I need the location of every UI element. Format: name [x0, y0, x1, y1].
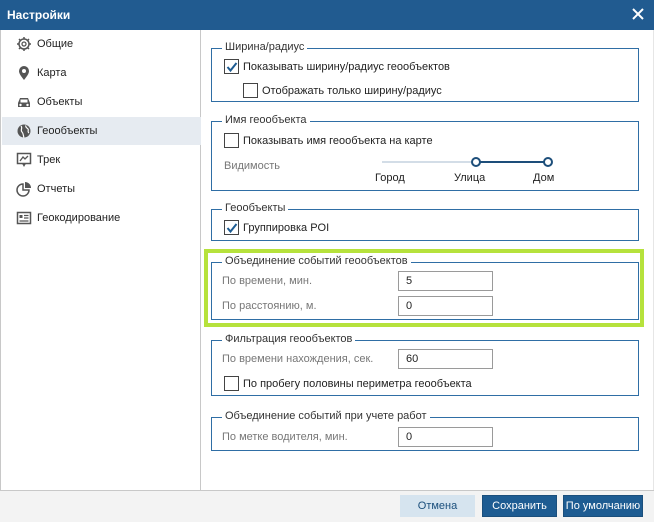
- perimeter-checkbox[interactable]: [224, 376, 239, 391]
- merge-events-group: Объединение событий геообъектов По време…: [211, 255, 639, 320]
- geo-name-group: Имя геообъекта Показывать имя геообъекта…: [211, 114, 639, 191]
- group-legend: Объединение событий при учете работ: [222, 410, 430, 422]
- map-pin-icon: [16, 65, 32, 81]
- track-icon: [16, 152, 32, 168]
- sidebar-item-label: Геокодирование: [37, 212, 121, 224]
- settings-sidebar: Общие Карта Объекты Геообъекты Трек Отче…: [0, 30, 201, 490]
- geoobjects-group: Геообъекты Группировка POI: [211, 202, 639, 241]
- stay-time-label: По времени нахождения, сек.: [222, 353, 374, 365]
- tick-label-city: Город: [375, 172, 405, 184]
- driver-mark-input[interactable]: [398, 427, 493, 447]
- close-icon[interactable]: [630, 5, 646, 23]
- pie-chart-icon: [16, 181, 32, 197]
- group-legend: Геообъекты: [222, 202, 289, 214]
- group-legend: Имя геообъекта: [222, 114, 310, 126]
- sidebar-item-general[interactable]: Общие: [2, 30, 201, 58]
- sidebar-item-label: Карта: [37, 67, 67, 79]
- group-legend: Фильтрация геообъектов: [222, 333, 356, 345]
- merge-work-group: Объединение событий при учете работ По м…: [211, 410, 639, 451]
- only-width-checkbox[interactable]: [243, 83, 258, 98]
- sidebar-item-track[interactable]: Трек: [2, 146, 201, 174]
- tick-label-house: Дом: [533, 172, 555, 184]
- merge-time-label: По времени, мин.: [222, 275, 313, 287]
- visibility-label: Видимость: [224, 160, 280, 172]
- car-icon: [16, 94, 32, 110]
- sidebar-item-label: Объекты: [37, 96, 83, 108]
- merge-distance-input[interactable]: [398, 296, 493, 316]
- slider-max-knob[interactable]: [543, 157, 553, 167]
- sidebar-item-label: Общие: [37, 38, 74, 50]
- group-legend: Ширина/радиус: [222, 41, 308, 53]
- group-legend: Объединение событий геообъектов: [222, 255, 411, 267]
- show-name-checkbox[interactable]: [224, 133, 239, 148]
- merge-time-input[interactable]: [398, 271, 493, 291]
- window-titlebar: Настройки: [0, 0, 654, 30]
- window-title: Настройки: [7, 8, 71, 22]
- filtering-group: Фильтрация геообъектов По времени нахожд…: [211, 333, 639, 396]
- sidebar-item-label: Трек: [37, 154, 61, 166]
- default-button[interactable]: По умолчанию: [563, 495, 643, 517]
- address-card-icon: [16, 210, 32, 226]
- sidebar-item-label: Отчеты: [37, 183, 76, 195]
- width-radius-group: Ширина/радиус Показывать ширину/радиус г…: [211, 41, 639, 102]
- sidebar-item-geocoding[interactable]: Геокодирование: [2, 204, 201, 232]
- poi-grouping-label: Группировка POI: [243, 222, 330, 234]
- sidebar-item-geoobjects[interactable]: Геообъекты: [2, 117, 201, 145]
- gear-icon: [16, 36, 32, 52]
- slider-track[interactable]: [382, 161, 477, 163]
- slider-min-knob[interactable]: [471, 157, 481, 167]
- slider-range: [477, 161, 549, 163]
- settings-content: Ширина/радиус Показывать ширину/радиус г…: [201, 30, 654, 490]
- show-width-label: Показывать ширину/радиус геообъектов: [243, 61, 450, 73]
- sidebar-item-reports[interactable]: Отчеты: [2, 175, 201, 203]
- sidebar-item-label: Геообъекты: [37, 125, 98, 137]
- driver-mark-label: По метке водителя, мин.: [222, 431, 348, 443]
- stay-time-input[interactable]: [398, 349, 493, 369]
- globe-icon: [16, 123, 32, 139]
- show-width-checkbox[interactable]: [224, 59, 239, 74]
- cancel-button[interactable]: Отмена: [400, 495, 475, 517]
- perimeter-label: По пробегу половины периметра геообъекта: [243, 378, 472, 390]
- only-width-label: Отображать только ширину/радиус: [262, 85, 442, 97]
- show-name-label: Показывать имя геообъекта на карте: [243, 135, 433, 147]
- save-button[interactable]: Сохранить: [482, 495, 557, 517]
- tick-label-street: Улица: [454, 172, 486, 184]
- sidebar-item-objects[interactable]: Объекты: [2, 88, 201, 116]
- sidebar-item-map[interactable]: Карта: [2, 59, 201, 87]
- poi-grouping-checkbox[interactable]: [224, 220, 239, 235]
- merge-distance-label: По расстоянию, м.: [222, 300, 317, 312]
- dialog-footer: Отмена Сохранить По умолчанию: [0, 490, 654, 522]
